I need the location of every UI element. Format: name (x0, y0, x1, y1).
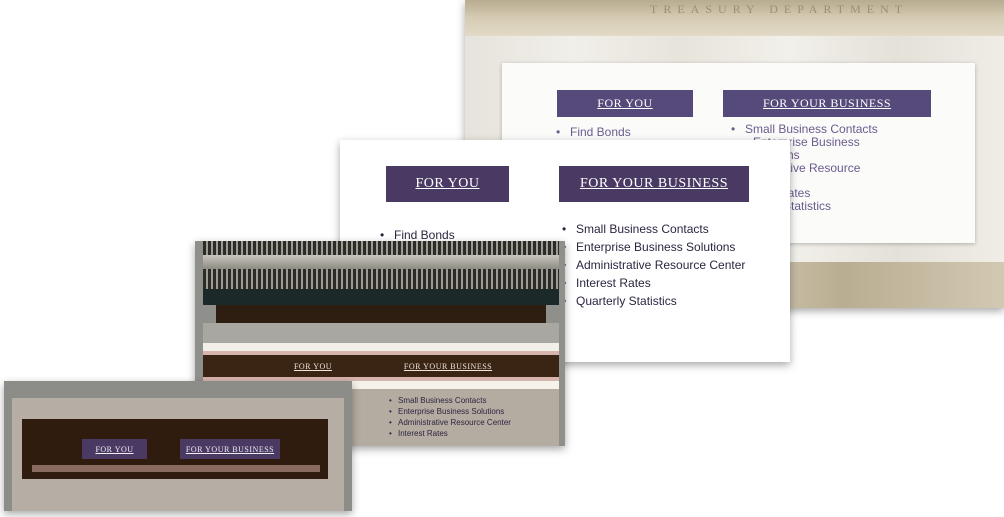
list-item[interactable]: Interest Rates (562, 274, 745, 292)
list-item[interactable]: Enterprise Business Solutions (562, 238, 745, 256)
tab-for-your-business[interactable]: FOR YOUR BUSINESS (723, 90, 931, 117)
grey-strip (203, 323, 559, 343)
list-item[interactable]: Small Business Contacts (562, 220, 745, 238)
list-item[interactable]: Administrative Resource Center (389, 417, 511, 428)
nav-bar: FOR YOU FOR YOUR BUSINESS (203, 355, 559, 377)
accent-strip (32, 465, 320, 472)
for-your-business-list: Small Business Contacts Enterprise Busin… (389, 395, 511, 439)
for-you-list: Find Bonds (556, 125, 631, 139)
header-dark-bar (216, 305, 546, 323)
tab-for-your-business[interactable]: FOR YOUR BUSINESS (559, 166, 749, 202)
tab-for-you[interactable]: FOR YOU (283, 355, 343, 377)
tab-for-you[interactable]: FOR YOU (82, 439, 147, 459)
cream-strip (203, 343, 559, 351)
tab-for-your-business[interactable]: FOR YOUR BUSINESS (393, 355, 503, 377)
list-item[interactable]: Small Business Contacts (389, 395, 511, 406)
header-band (203, 289, 559, 305)
list-item-find-bonds[interactable]: Find Bonds (556, 125, 631, 139)
screenshot-dark-box: FOR YOU FOR YOUR BUSINESS (4, 381, 352, 511)
tab-for-you[interactable]: FOR YOU (557, 90, 693, 117)
tab-for-you[interactable]: FOR YOU (386, 166, 509, 202)
cornice-molding (203, 255, 559, 269)
for-your-business-list: Small Business Contacts Enterprise Busin… (562, 220, 745, 310)
list-item[interactable]: Quarterly Statistics (562, 292, 745, 310)
list-item[interactable]: Interest Rates (389, 428, 511, 439)
frieze-inscription: TREASURY DEPARTMENT (650, 2, 909, 16)
list-item[interactable]: Administrative Resource Center (562, 256, 745, 274)
list-item[interactable]: Enterprise Business Solutions (389, 406, 511, 417)
tab-for-your-business[interactable]: FOR YOUR BUSINESS (180, 439, 280, 459)
